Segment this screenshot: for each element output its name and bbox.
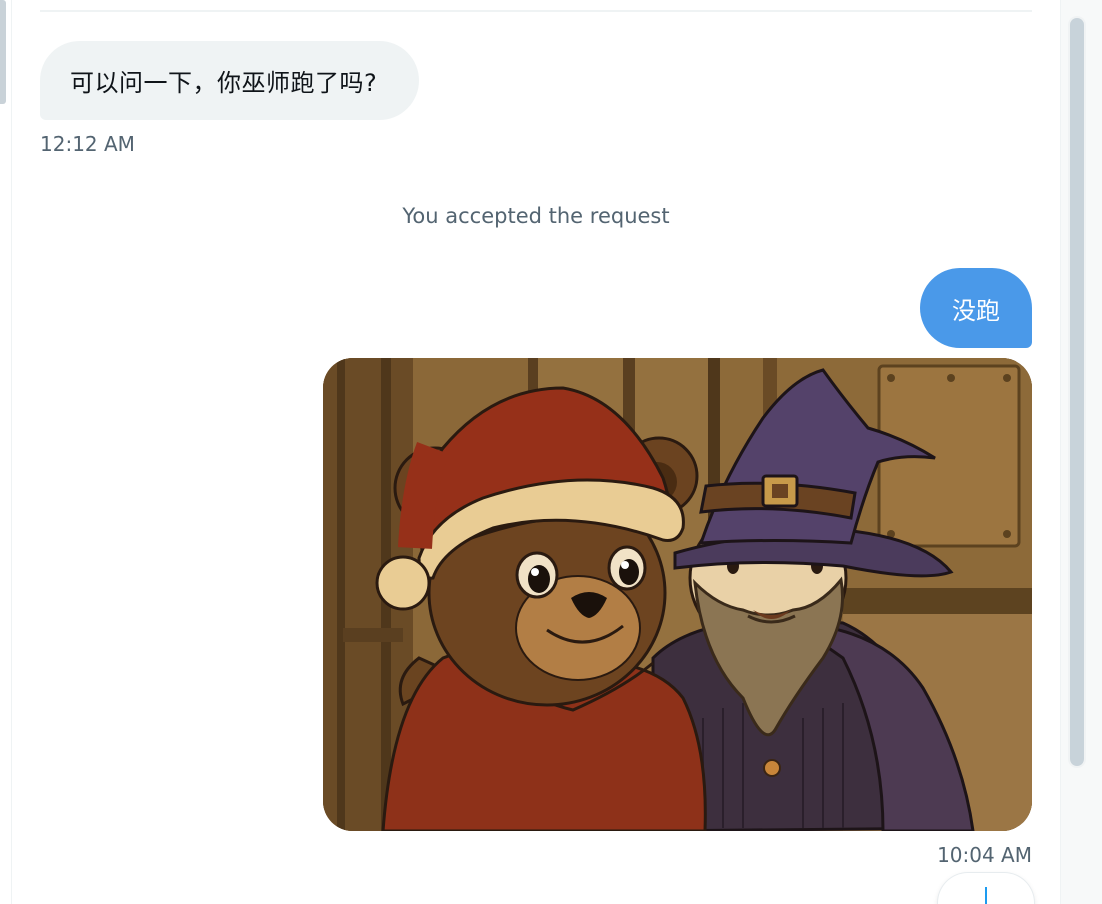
sent-image-message[interactable] [323,358,1032,831]
header-divider [40,10,1032,12]
bear-and-wizard-illustration [323,358,1032,831]
scrollbar-thumb[interactable] [1070,18,1084,766]
dm-conversation-view: 可以问一下，你巫师跑了吗? 12:12 AM You accepted the … [0,0,1102,904]
request-accepted-text: You accepted the request [402,204,670,228]
left-panel-edge [0,0,6,104]
received-message-timestamp: 12:12 AM [40,132,135,156]
request-accepted-notice: You accepted the request [0,204,1072,228]
scroll-to-bottom-button[interactable] [938,873,1034,904]
sent-message-text: 没跑 [952,296,1000,325]
panel-border [11,0,12,904]
arrow-down-icon [985,887,987,904]
received-message-bubble[interactable]: 可以问一下，你巫师跑了吗? [40,41,420,120]
sent-message-bubble[interactable]: 没跑 [920,268,1032,348]
received-message-text: 可以问一下，你巫师跑了吗? [70,69,378,97]
sent-image-timestamp: 10:04 AM [937,843,1032,867]
